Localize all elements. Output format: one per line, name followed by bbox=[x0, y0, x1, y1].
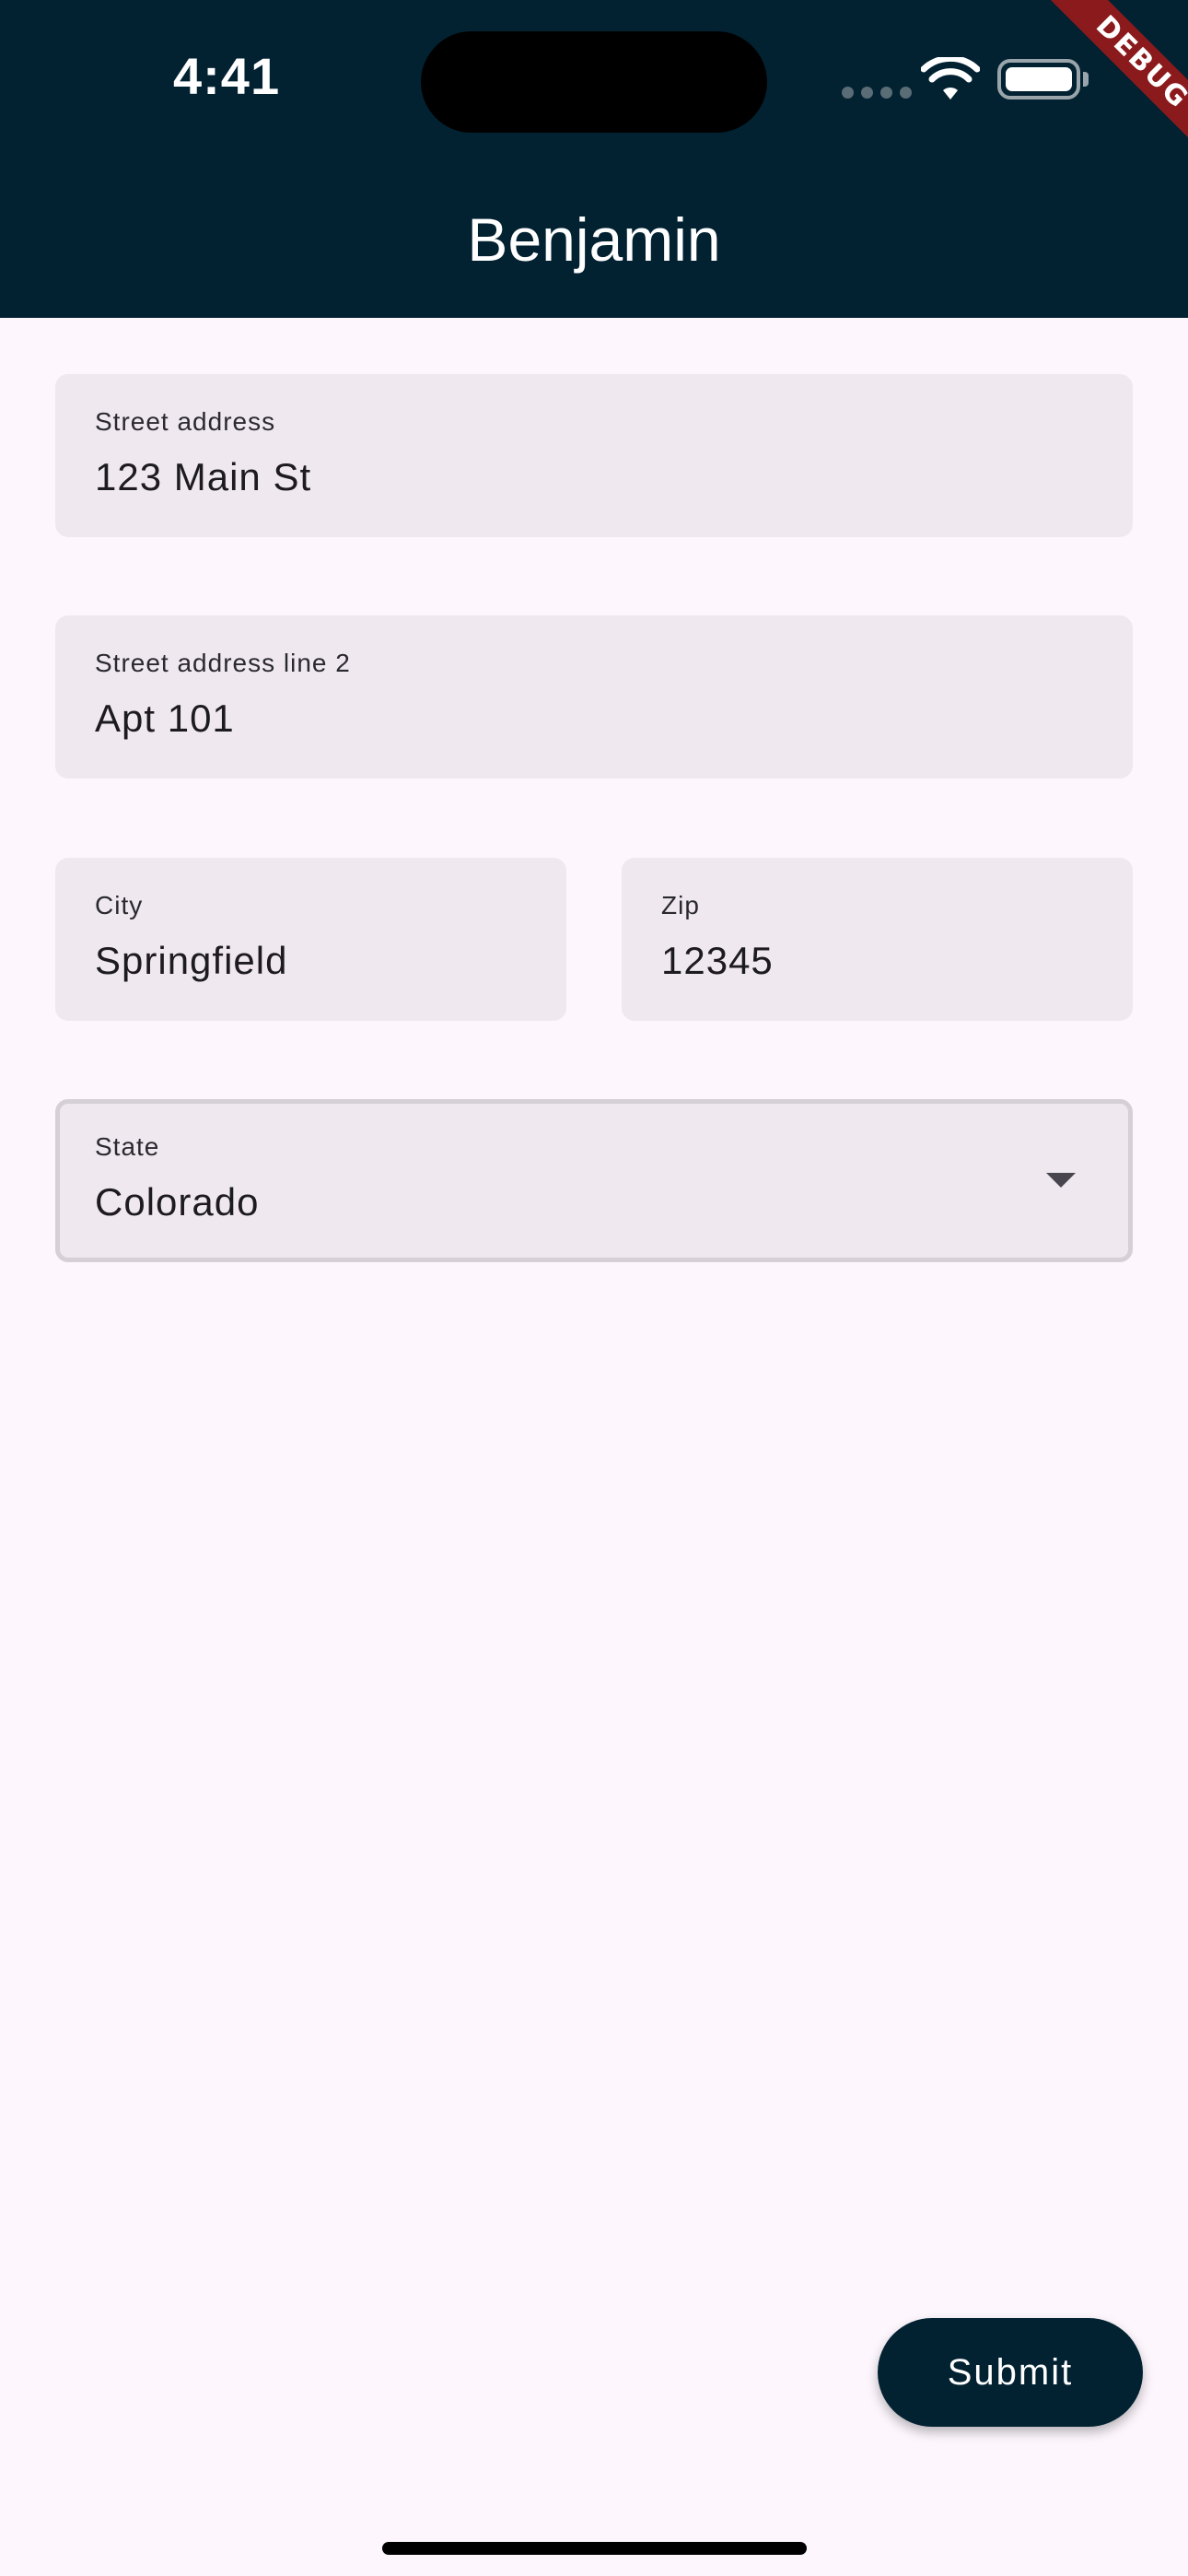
state-value[interactable]: Colorado bbox=[95, 1180, 259, 1224]
submit-button[interactable]: Submit bbox=[878, 2318, 1143, 2427]
home-indicator[interactable] bbox=[382, 2542, 807, 2555]
page-title: Benjamin bbox=[467, 205, 721, 274]
zip-label: Zip bbox=[661, 891, 700, 919]
city-field[interactable]: City Springfield bbox=[55, 858, 566, 1021]
wifi-icon bbox=[921, 57, 980, 100]
state-label: State bbox=[95, 1132, 160, 1161]
dropdown-arrow-icon[interactable] bbox=[1046, 1173, 1076, 1188]
zip-field[interactable]: Zip 12345 bbox=[622, 858, 1133, 1021]
street-address-field[interactable]: Street address 123 Main St bbox=[55, 374, 1133, 537]
street-address-line2-field[interactable]: Street address line 2 Apt 101 bbox=[55, 615, 1133, 779]
cellular-signal-icon bbox=[842, 87, 912, 99]
debug-banner: DEBUG bbox=[985, 0, 1188, 203]
debug-ribbon-label: DEBUG bbox=[1042, 0, 1188, 162]
status-time: 4:41 bbox=[173, 47, 281, 105]
dynamic-island bbox=[421, 31, 767, 133]
street-address-label: Street address bbox=[95, 407, 276, 436]
street-address-line2-label: Street address line 2 bbox=[95, 649, 351, 677]
state-dropdown[interactable]: State Colorado bbox=[55, 1099, 1133, 1262]
city-label: City bbox=[95, 891, 144, 919]
street-address-line2-value[interactable]: Apt 101 bbox=[95, 697, 235, 741]
city-value[interactable]: Springfield bbox=[95, 939, 287, 983]
zip-value[interactable]: 12345 bbox=[661, 939, 774, 983]
street-address-value[interactable]: 123 Main St bbox=[95, 455, 311, 499]
